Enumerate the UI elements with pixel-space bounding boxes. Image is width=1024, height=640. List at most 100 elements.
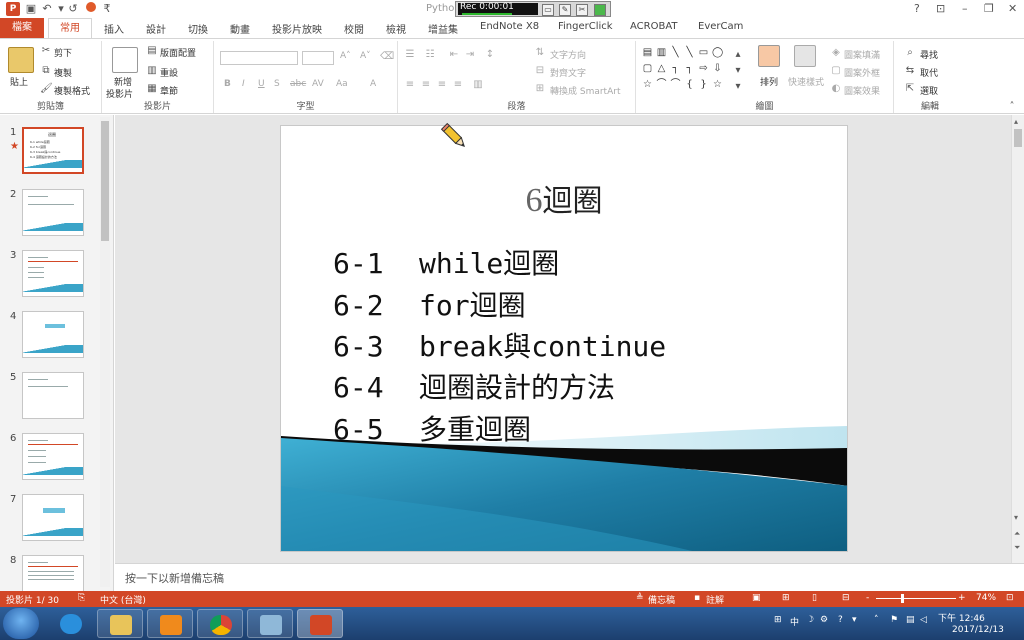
elbow-arrow-shape-icon[interactable]: ┐ [684,63,695,74]
normal-view-icon[interactable]: ▣ [752,593,761,603]
font-color-button[interactable]: A [370,79,376,89]
layout-button[interactable]: 版面配置 [160,46,196,59]
smartart-icon[interactable]: ⊞ [534,83,546,95]
text-direction-button[interactable]: 文字方向 [550,48,586,61]
cut-icon[interactable]: ✂ [40,45,52,57]
change-case-button[interactable]: Aa [336,79,348,89]
grow-font-icon[interactable]: A˄ [340,51,351,61]
next-slide-icon[interactable]: ⏷ [1014,543,1020,553]
clear-format-icon[interactable]: ⌫ [380,51,394,63]
taskbar-media-player[interactable] [147,609,193,638]
current-slide[interactable]: 6迴圈 6-1 while迴圈 6-2 for迴圈 6-3 break與continu… [280,125,848,552]
convert-smartart-button[interactable]: 轉換成 SmartArt [550,84,620,97]
elbow-connector-shape-icon[interactable]: ┐ [670,63,681,74]
recorder-pen-icon[interactable]: ✎ [559,4,571,16]
find-button[interactable]: 尋找 [920,48,938,61]
slide-thumbnail-7[interactable] [22,494,84,541]
taskbar-chrome[interactable] [197,609,243,638]
layout-icon[interactable]: ▤ [146,45,158,57]
align-right-icon[interactable]: ≡ [436,79,448,91]
strikethrough-button[interactable]: abc [290,79,306,89]
replace-button[interactable]: 取代 [920,66,938,79]
redo-icon[interactable]: ↺ [66,2,80,16]
vertical-textbox-shape-icon[interactable]: ▥ [656,47,667,58]
oval-shape-icon[interactable]: ◯ [712,47,723,58]
rounded-rect-shape-icon[interactable]: ▢ [642,63,653,74]
arrow-line-shape-icon[interactable]: ╲ [684,47,695,58]
notes-placeholder[interactable]: 按一下以新增備忘稿 [125,570,224,586]
reset-icon[interactable]: ▥ [146,65,158,77]
justify-icon[interactable]: ≡ [452,79,464,91]
tray-expand-icon[interactable]: ˄ [874,615,879,625]
taskbar-powerpoint[interactable] [297,609,343,638]
slideshow-view-icon[interactable]: ⊟ [842,593,850,603]
char-spacing-button[interactable]: AV [312,79,324,89]
quick-styles-icon[interactable] [794,45,816,67]
line-shape-icon[interactable]: ╲ [670,47,681,58]
bullets-icon[interactable]: ☰ [404,49,416,61]
slide-list-item[interactable]: 6-5 多重迴圈 [333,408,531,448]
line-spacing-icon[interactable]: ↕ [484,49,496,61]
tab-design[interactable]: 設計 [146,21,166,36]
shape-effects-button[interactable]: 圖案效果 [844,84,880,97]
tab-acrobat[interactable]: ACROBAT [630,21,678,32]
notes-toggle-button[interactable]: 備忘稿 [648,593,675,606]
quick-styles-button[interactable]: 快速樣式 [788,75,824,88]
slide-thumbnail-6[interactable] [22,433,84,480]
find-icon[interactable]: ⌕ [904,47,916,59]
recorder-screen-icon[interactable]: ▭ [542,4,554,16]
section-button[interactable]: 章節 [160,84,178,97]
restore-icon[interactable]: ❐ [984,2,994,15]
taskbar-ie[interactable] [48,609,94,638]
paste-icon[interactable] [8,47,34,73]
rectangle-shape-icon[interactable]: ▭ [698,47,709,58]
recorder-stop-button[interactable] [594,4,606,16]
format-painter-button[interactable]: 複製格式 [54,84,90,97]
italic-button[interactable]: I [242,79,245,89]
shape-fill-button[interactable]: 圖案填滿 [844,48,880,61]
shrink-font-icon[interactable]: A˅ [360,51,371,61]
zoom-slider[interactable] [876,598,956,599]
font-name-combo[interactable] [220,51,298,65]
tray-flag-icon[interactable]: ⚑ [890,615,898,625]
copy-icon[interactable]: ⧉ [40,65,52,77]
thumbnail-scrollbar[interactable] [100,117,110,587]
arrange-button[interactable]: 排列 [760,75,778,88]
section-icon[interactable]: ▦ [146,83,158,95]
clock-date[interactable]: 2017/12/13 [952,625,1004,635]
copy-button[interactable]: 複製 [54,66,72,79]
tab-evercam[interactable]: EverCam [698,21,743,32]
fit-slide-icon[interactable]: ⊡ [1006,593,1014,603]
tray-volume-icon[interactable]: ◁ [920,615,927,625]
textbox-shape-icon[interactable]: ▤ [642,47,653,58]
notes-toggle-icon[interactable]: ≜ [636,593,644,603]
tab-view[interactable]: 檢視 [386,21,406,36]
zoom-out-button[interactable]: - [866,593,869,603]
format-painter-icon[interactable]: 🖌 [40,83,53,95]
close-icon[interactable]: ✕ [1008,2,1017,15]
recorder-tools-icon[interactable]: ✂ [576,4,588,16]
scroll-down-icon[interactable]: ▾ [1014,513,1018,522]
tab-review[interactable]: 校閱 [344,21,364,36]
paste-button[interactable]: 貼上 [10,75,28,88]
zoom-slider-knob[interactable] [901,594,904,603]
align-center-icon[interactable]: ≡ [420,79,432,91]
font-size-combo[interactable] [302,51,334,65]
slideshow-start-icon[interactable] [84,2,98,16]
slide-thumbnail-5[interactable] [22,372,84,419]
decrease-indent-icon[interactable]: ⇤ [448,49,460,61]
tab-endnote[interactable]: EndNote X8 [480,21,539,32]
editor-vertical-scrollbar[interactable]: ▴ ▾ ⏶ ⏷ [1011,115,1024,563]
tab-addins[interactable]: 增益集 [428,21,458,36]
tray-options-icon[interactable]: ▾ [852,615,857,625]
undo-icon[interactable]: ↶ [40,2,54,16]
tab-home[interactable]: 常用 [48,18,92,39]
slide-thumbnail-1[interactable]: 迴圈 6-1 while迴圈 6-2 for迴圈 6-3 break與conti… [22,127,84,174]
slide-thumbnail-2[interactable] [22,189,84,236]
tray-help-icon[interactable]: ? [838,615,843,625]
thumbnail-scroll-thumb[interactable] [101,121,109,241]
slide-sorter-icon[interactable]: ⊞ [782,593,790,603]
tab-file[interactable]: 檔案 [0,18,44,38]
zoom-level[interactable]: 74% [976,593,996,603]
increase-indent-icon[interactable]: ⇥ [464,49,476,61]
